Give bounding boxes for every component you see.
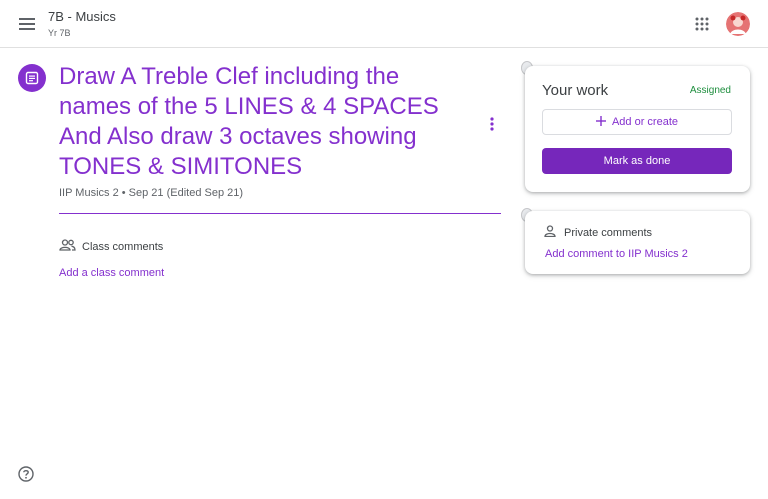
person-icon: [544, 224, 556, 242]
help-icon[interactable]: [17, 465, 35, 483]
class-comments-label: Class comments: [82, 241, 164, 253]
assignment-meta: IIP Musics 2 • Sep 21 (Edited Sep 21): [59, 187, 244, 199]
your-work-card: Your work Assigned Add or create Mark as…: [525, 66, 750, 192]
plus-icon: [595, 113, 606, 131]
top-app-bar: 7B - Musics Yr 7B: [0, 0, 768, 48]
class-title[interactable]: 7B - Musics: [48, 9, 116, 24]
private-comments-label: Private comments: [564, 227, 653, 239]
more-options-icon[interactable]: [482, 113, 502, 135]
private-comments-header: Private comments: [544, 224, 652, 242]
assignment-icon: [18, 64, 46, 92]
account-avatar[interactable]: [726, 12, 750, 36]
hamburger-menu-icon[interactable]: [14, 12, 40, 36]
add-or-create-label: Add or create: [611, 116, 679, 128]
people-icon: [59, 238, 76, 256]
mark-as-done-label: Mark as done: [603, 155, 671, 167]
title-divider: [59, 213, 501, 214]
assignment-title: Draw A Treble Clef including the names o…: [59, 63, 439, 180]
class-subtitle: Yr 7B: [48, 28, 71, 38]
add-private-comment-link[interactable]: Add comment to IIP Musics 2: [545, 248, 688, 260]
status-badge: Assigned: [689, 85, 731, 96]
your-work-title: Your work: [542, 82, 609, 99]
private-comments-card: Private comments Add comment to IIP Musi…: [525, 211, 750, 274]
apps-grid-icon[interactable]: [690, 12, 714, 36]
mark-as-done-button[interactable]: Mark as done: [542, 148, 732, 174]
add-or-create-button[interactable]: Add or create: [542, 109, 732, 135]
class-comments-header: Class comments: [59, 238, 163, 256]
add-class-comment-link[interactable]: Add a class comment: [59, 267, 164, 279]
